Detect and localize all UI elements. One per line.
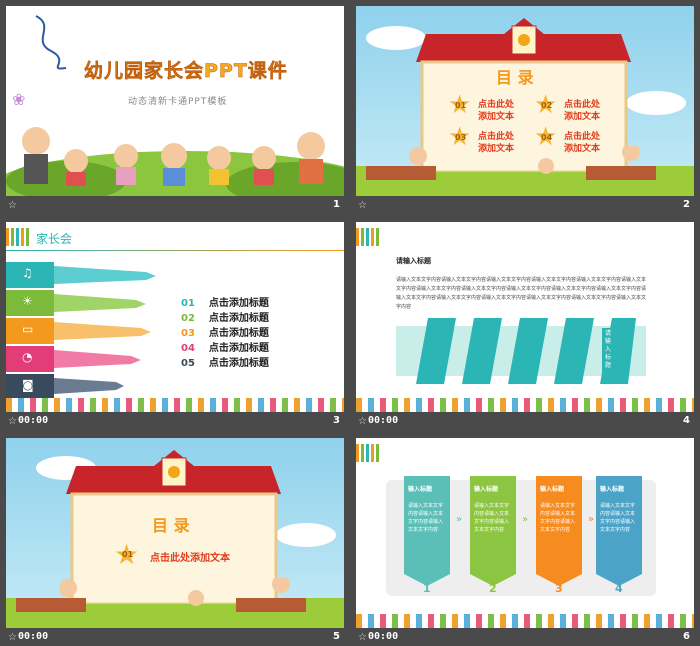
slide-number: 2 (683, 199, 690, 210)
list-item[interactable]: 02 点击添加标题 (181, 309, 269, 324)
slide-footer: ☆ 00:00 4 (356, 412, 694, 433)
step-number: 2 (489, 582, 497, 595)
slide-thumbnail-2[interactable]: 目 录 ★ 01 点击此处 添加文本 ★ 02 点击此处 添加文本 ★ 03 点… (356, 6, 694, 217)
slide-footer: ☆ 1 (6, 196, 344, 217)
list-item[interactable]: 03 点击添加标题 (181, 324, 269, 339)
slide-canvas: 输入标题 请输入文本文字内容请输入文本文字内容请输入文本文字内容 1 » 输入标… (356, 438, 694, 628)
kids-reading-illustration (16, 578, 306, 612)
slide-number: 6 (683, 631, 690, 642)
toc-item-2[interactable]: ★ 02 点击此处 添加文本 (534, 90, 614, 124)
step-number: 3 (555, 582, 563, 595)
kids-reading-illustration (366, 146, 656, 180)
toc-item-1[interactable]: ★ 01 点击此处 添加文本 (448, 90, 528, 124)
ribbon-label: 请输入标题 (605, 330, 612, 369)
bell-icon: ♫ (22, 266, 33, 280)
title-stripes (356, 444, 380, 462)
slide-number: 1 (333, 199, 340, 210)
slide-thumbnail-1[interactable]: ❀ 幼儿园家长会PPT课件 动态清新卡通PPT模板 ☆ 1 (6, 6, 344, 217)
title-stripes (6, 228, 30, 246)
slide-timing: 00:00 (18, 415, 49, 426)
slide-transition-icon[interactable]: ☆ (358, 632, 367, 643)
toc-item-1[interactable]: ★ 01 点击此处添加文本 (114, 538, 264, 572)
slide-thumbnail-3[interactable]: 家长会 ♫ ☀ ▭ ◔ ◙ 01 点击添加标题 02 点击添加标题 03 点击添… (6, 222, 344, 433)
slide-canvas: 家长会 ♫ ☀ ▭ ◔ ◙ 01 点击添加标题 02 点击添加标题 03 点击添… (6, 222, 344, 412)
list-item[interactable]: 01 点击添加标题 (181, 294, 269, 309)
slide-number: 5 (333, 631, 340, 642)
slide-subtitle: 动态清新卡通PPT模板 (128, 97, 228, 107)
slide-timing: 00:00 (368, 631, 399, 642)
colored-pencils-border (356, 398, 694, 412)
slide-number: 3 (333, 415, 340, 426)
title-stripes (356, 228, 380, 246)
slide-title: 家长会 (36, 232, 73, 246)
slide-canvas: ❀ 幼儿园家长会PPT课件 动态清新卡通PPT模板 (6, 6, 344, 196)
process-card-1[interactable]: 输入标题 请输入文本文字内容请输入文本文字内容请输入文本文字内容 (404, 476, 450, 586)
process-card-2[interactable]: 输入标题 请输入文本文字内容请输入文本文字内容请输入文本文字内容 (470, 476, 516, 586)
slide-canvas: 目 录 ★ 01 点击此处添加文本 (6, 438, 344, 628)
slide-transition-icon[interactable]: ☆ (8, 416, 17, 427)
chevron-right-icon: » (456, 514, 463, 525)
chevron-right-icon: » (522, 514, 529, 525)
slide-footer: ☆ 00:00 3 (6, 412, 344, 433)
slide-footer: ☆ 00:00 5 (6, 628, 344, 646)
slide-transition-icon[interactable]: ☆ (8, 632, 17, 643)
slide-transition-icon[interactable]: ☆ (8, 200, 17, 211)
toc-heading: 目 录 (152, 516, 190, 535)
slide-timing: 00:00 (18, 631, 49, 642)
chevron-right-icon: » (588, 514, 595, 525)
chart-icon: ◔ (22, 350, 33, 364)
slide-transition-icon[interactable]: ☆ (358, 200, 367, 211)
slide-timing: 00:00 (368, 415, 399, 426)
toc-heading: 目 录 (496, 68, 534, 87)
slide-footer: ☆ 00:00 6 (356, 628, 694, 646)
slide-thumbnail-4[interactable]: 请输入标题 请输入文本文字内容请输入文本文字内容请输入文本文字内容请输入文本文字… (356, 222, 694, 433)
process-card-3[interactable]: 输入标题 请输入文本文字内容请输入文本文字内容请输入文本文字内容 (536, 476, 582, 586)
step-number: 4 (615, 582, 623, 595)
list-item[interactable]: 05 点击添加标题 (181, 354, 269, 369)
list-item[interactable]: 04 点击添加标题 (181, 339, 269, 354)
slide-title: 幼儿园家长会PPT课件 (84, 60, 288, 83)
cloud (626, 91, 686, 115)
slide-footer: ☆ 2 (356, 196, 694, 217)
butterfly-icon: ❀ (12, 90, 26, 109)
slide-canvas: 目 录 ★ 01 点击此处 添加文本 ★ 02 点击此处 添加文本 ★ 03 点… (356, 6, 694, 196)
slide-heading: 请输入标题 (396, 257, 431, 265)
colored-pencils-border (6, 398, 344, 412)
slide-transition-icon[interactable]: ☆ (358, 416, 367, 427)
colored-pencils-border (356, 614, 694, 628)
monitor-icon: ▭ (22, 322, 34, 336)
slide-canvas: 请输入标题 请输入文本文字内容请输入文本文字内容请输入文本文字内容请输入文本文字… (356, 222, 694, 412)
title-underline (6, 250, 344, 251)
slide-thumbnail-5[interactable]: 目 录 ★ 01 点击此处添加文本 ☆ 00:00 5 (6, 438, 344, 646)
slide-thumbnail-6[interactable]: 输入标题 请输入文本文字内容请输入文本文字内容请输入文本文字内容 1 » 输入标… (356, 438, 694, 646)
cloud (276, 523, 336, 547)
list: 01 点击添加标题 02 点击添加标题 03 点击添加标题 04 点击添加标题 05 点击… (181, 294, 269, 369)
slide-number: 4 (683, 415, 690, 426)
step-number: 1 (423, 582, 431, 595)
camera-icon: ◙ (22, 378, 34, 392)
process-card-4[interactable]: 输入标题 请输入文本文字内容请输入文本文字内容请输入文本文字内容 (596, 476, 642, 586)
bulb-icon: ☀ (22, 294, 33, 308)
body-text: 请输入文本文字内容请输入文本文字内容请输入文本文字内容请输入文本文字内容请输入文… (396, 277, 647, 310)
